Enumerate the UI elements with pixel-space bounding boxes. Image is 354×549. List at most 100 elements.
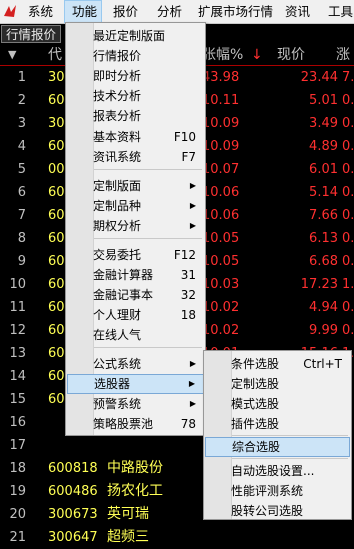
menu-function[interactable]: 功能 bbox=[64, 0, 102, 23]
submenu-item-label: 条件选股 bbox=[231, 357, 280, 371]
row-index: 5 bbox=[17, 162, 26, 177]
menu-item[interactable]: 选股器 ▶ bbox=[67, 374, 204, 394]
menu-item[interactable]: 预警系统 ▶ bbox=[67, 394, 204, 414]
submenu-item[interactable]: 条件选股 Ctrl+T bbox=[205, 354, 350, 374]
menu-item[interactable]: 最近定制版面 bbox=[67, 26, 204, 46]
column-header-extra[interactable]: 涨 bbox=[336, 45, 350, 65]
column-header-code[interactable]: 代 bbox=[48, 45, 62, 65]
row-index: 4 bbox=[17, 139, 26, 154]
menu-bar: 系统 功能 报价 分析 扩展市场行情 资讯 工具 bbox=[0, 0, 354, 24]
menu-item-shortcut: 32 bbox=[180, 288, 196, 302]
stock-code: 30 bbox=[48, 70, 65, 85]
change-percent: 10.09 bbox=[202, 116, 240, 131]
stock-code: 600818 bbox=[48, 461, 98, 476]
submenu-item[interactable]: 股转公司选股 bbox=[205, 501, 350, 521]
submenu-item-label: 定制选股 bbox=[231, 377, 280, 391]
submenu-item-label: 性能评测系统 bbox=[231, 484, 304, 498]
stock-code: 300673 bbox=[48, 507, 98, 522]
tab-quotes[interactable]: 行情报价 bbox=[1, 25, 62, 43]
change-percent: 10.02 bbox=[202, 323, 240, 338]
menu-item[interactable]: 期权分析 ▶ bbox=[67, 216, 204, 236]
stock-code: 60 bbox=[48, 277, 65, 292]
price-change: 0. bbox=[342, 323, 354, 338]
menu-item-label: 定制品种 bbox=[93, 199, 142, 213]
stock-picker-submenu: 条件选股 Ctrl+T 定制选股模式选股插件选股综合选股自动选股设置... 性能评测系… bbox=[203, 350, 352, 520]
menu-item[interactable]: 公式系统 ▶ bbox=[67, 354, 204, 374]
stock-code: 60 bbox=[48, 323, 65, 338]
table-row[interactable]: 21 300647 超频三 bbox=[0, 526, 354, 549]
stock-code: 60 bbox=[48, 208, 65, 223]
price-change: 7. bbox=[342, 70, 354, 85]
menu-item[interactable]: 策略股票池 78 bbox=[67, 414, 204, 434]
menu-item-label: 行情报价 bbox=[93, 49, 142, 63]
menu-item-label: 预警系统 bbox=[93, 397, 142, 411]
menu-quotes[interactable]: 报价 bbox=[106, 0, 145, 23]
submenu-arrow-icon: ▶ bbox=[189, 181, 196, 190]
menu-item[interactable]: 资讯系统 F7 bbox=[67, 147, 204, 167]
menu-item-label: 即时分析 bbox=[93, 69, 142, 83]
menu-item[interactable]: 交易委托 F12 bbox=[67, 245, 204, 265]
stock-code: 300647 bbox=[48, 530, 98, 545]
menu-item[interactable]: 在线人气 bbox=[67, 325, 204, 345]
row-index: 13 bbox=[9, 346, 26, 361]
change-percent: 10.07 bbox=[202, 162, 240, 177]
price-change: 0. bbox=[342, 208, 354, 223]
submenu-item[interactable]: 模式选股 bbox=[205, 394, 350, 414]
menu-item-shortcut: F7 bbox=[181, 150, 196, 164]
column-header-price[interactable]: 现价 bbox=[277, 45, 305, 65]
column-header-change[interactable]: 张幅% bbox=[202, 45, 243, 65]
submenu-item[interactable]: 定制选股 bbox=[205, 374, 350, 394]
submenu-item[interactable]: 性能评测系统 bbox=[205, 481, 350, 501]
change-percent: 10.05 bbox=[202, 231, 240, 246]
menu-extended-market[interactable]: 扩展市场行情 bbox=[191, 0, 280, 23]
submenu-item[interactable]: 自动选股设置... bbox=[205, 461, 350, 481]
submenu-arrow-icon: ▶ bbox=[189, 359, 196, 368]
submenu-item-label: 插件选股 bbox=[231, 417, 280, 431]
submenu-item[interactable]: 插件选股 bbox=[205, 414, 350, 434]
app-logo-icon[interactable] bbox=[2, 3, 18, 19]
price-change: 0. bbox=[342, 162, 354, 177]
price-change: 0. bbox=[342, 185, 354, 200]
menu-item[interactable]: 技术分析 bbox=[67, 86, 204, 106]
change-percent: 10.11 bbox=[202, 93, 240, 108]
menu-analysis[interactable]: 分析 bbox=[150, 0, 189, 23]
menu-item[interactable]: 金融记事本 32 bbox=[67, 285, 204, 305]
row-index: 10 bbox=[9, 277, 26, 292]
menu-item[interactable]: 报表分析 bbox=[67, 106, 204, 126]
menu-item[interactable]: 定制版面 ▶ bbox=[67, 176, 204, 196]
row-index: 16 bbox=[9, 415, 26, 430]
menu-item[interactable]: 个人理财 18 bbox=[67, 305, 204, 325]
menu-system[interactable]: 系统 bbox=[21, 0, 60, 23]
menu-item[interactable]: 定制品种 ▶ bbox=[67, 196, 204, 216]
row-index: 2 bbox=[17, 93, 26, 108]
submenu-arrow-icon: ▶ bbox=[189, 221, 196, 230]
stock-name: 英可瑞 bbox=[107, 506, 149, 522]
menu-item-label: 最近定制版面 bbox=[93, 29, 166, 43]
row-index: 20 bbox=[9, 507, 26, 522]
row-index: 8 bbox=[17, 231, 26, 246]
menu-separator bbox=[94, 169, 202, 170]
menu-tools[interactable]: 工具 bbox=[321, 0, 354, 23]
menu-item[interactable]: 金融计算器 31 bbox=[67, 265, 204, 285]
change-percent: 10.05 bbox=[202, 254, 240, 269]
menu-news[interactable]: 资讯 bbox=[278, 0, 317, 23]
change-percent: 10.02 bbox=[202, 300, 240, 315]
price-change: 0. bbox=[342, 93, 354, 108]
price-change: 1. bbox=[342, 277, 354, 292]
row-index: 12 bbox=[9, 323, 26, 338]
stock-code: 60 bbox=[48, 185, 65, 200]
stock-code: 60 bbox=[48, 139, 65, 154]
current-price: 4.89 bbox=[309, 139, 338, 154]
submenu-item[interactable]: 综合选股 bbox=[205, 437, 350, 457]
row-index: 19 bbox=[9, 484, 26, 499]
sort-down-icon[interactable]: ▼ bbox=[8, 45, 16, 65]
menu-item[interactable]: 即时分析 bbox=[67, 66, 204, 86]
menu-item[interactable]: 行情报价 bbox=[67, 46, 204, 66]
menu-separator bbox=[232, 458, 348, 459]
price-change: 0. bbox=[342, 231, 354, 246]
menu-separator bbox=[94, 347, 202, 348]
submenu-item-label: 自动选股设置... bbox=[231, 464, 315, 478]
stock-code: 60 bbox=[48, 369, 65, 384]
menu-item[interactable]: 基本资料 F10 bbox=[67, 127, 204, 147]
stock-code: 00 bbox=[48, 162, 65, 177]
